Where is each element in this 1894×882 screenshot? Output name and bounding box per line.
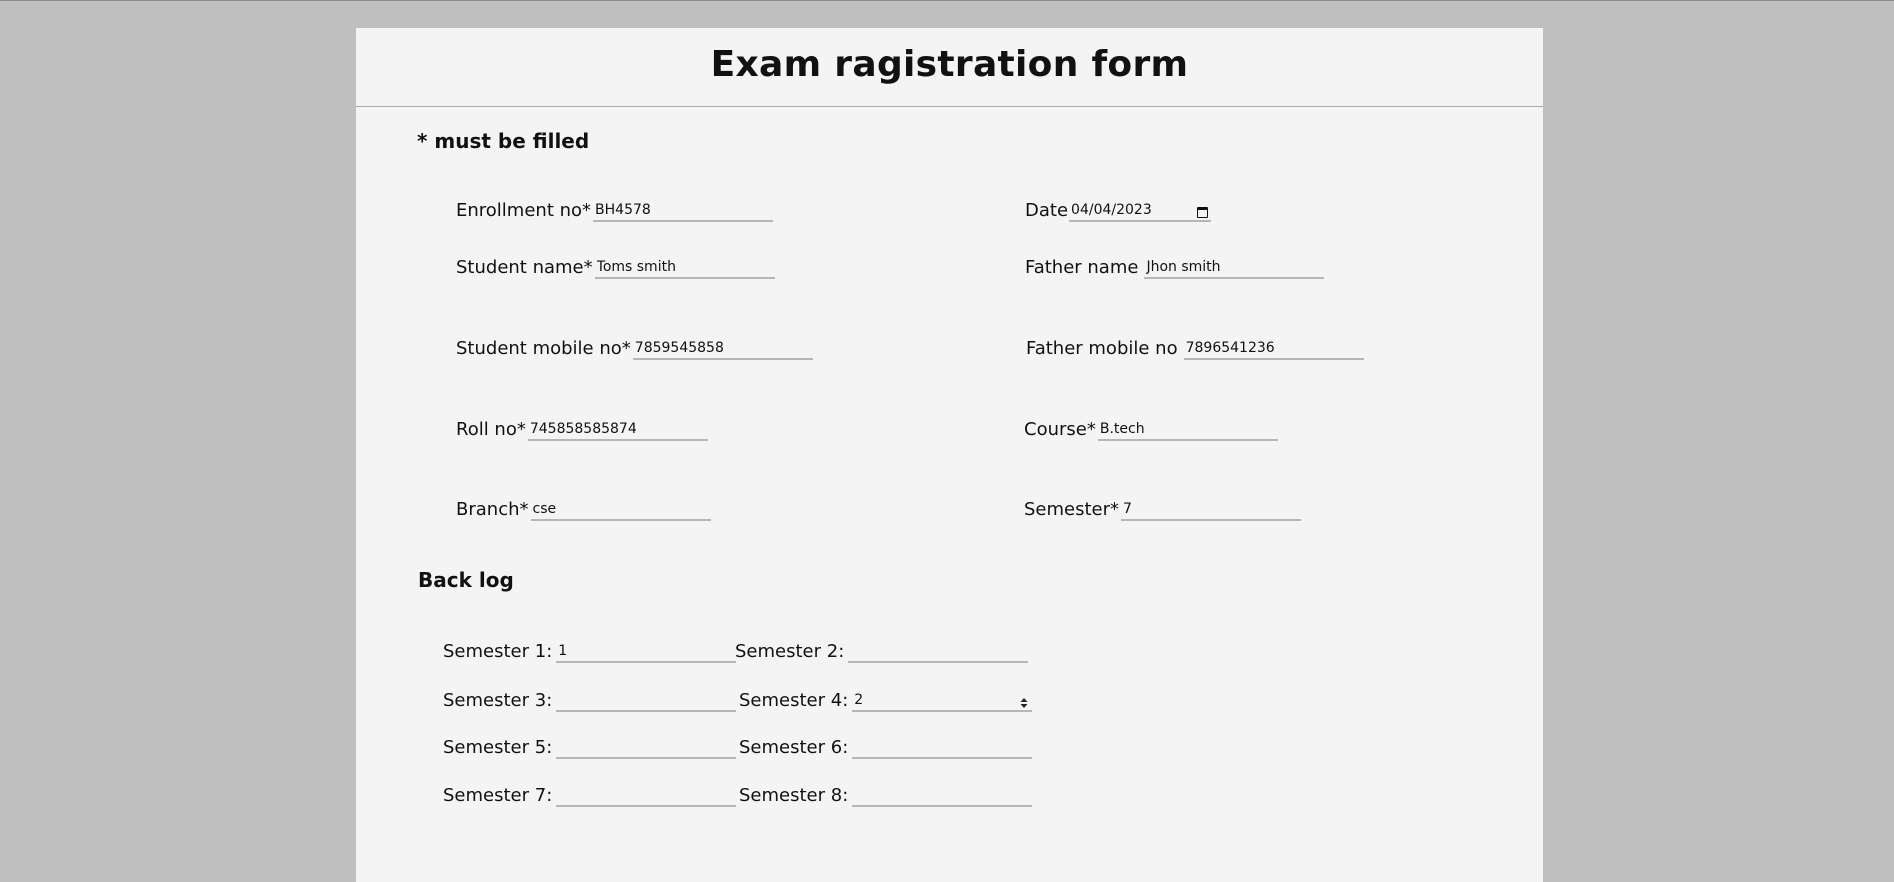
- form-header: Exam ragistration form: [356, 28, 1543, 107]
- semester-input[interactable]: [1121, 500, 1302, 521]
- required-asterisk: *: [519, 499, 529, 520]
- backlog-semester-6-field: Semester 6:: [739, 737, 1033, 759]
- roll-input[interactable]: [527, 420, 708, 441]
- father-mobile-field: Father mobile no: [1026, 338, 1364, 360]
- backlog-semester-label: Semester 4:: [739, 690, 849, 711]
- backlog-semester-7-input[interactable]: [556, 786, 737, 807]
- date-picker[interactable]: [1068, 201, 1212, 222]
- backlog-semester-3-input[interactable]: [556, 691, 737, 712]
- student-name-field: Student name *: [456, 257, 775, 279]
- father-name-field: Father name: [1025, 257, 1325, 279]
- course-label: Course: [1024, 419, 1087, 440]
- student-name-input[interactable]: [594, 258, 775, 279]
- student-name-label: Student name: [456, 257, 584, 278]
- backlog-semester-label: Semester 1:: [443, 641, 553, 662]
- student-mobile-input[interactable]: [632, 339, 813, 360]
- required-asterisk: *: [621, 338, 631, 359]
- date-field: Date: [1025, 200, 1212, 222]
- roll-field: Roll no *: [456, 419, 708, 441]
- date-label: Date: [1025, 200, 1069, 221]
- backlog-semester-2-input[interactable]: [848, 642, 1029, 663]
- enrollment-label: Enrollment no: [456, 200, 583, 221]
- father-mobile-label: Father mobile no: [1026, 338, 1178, 359]
- required-asterisk: *: [1110, 499, 1120, 520]
- form-page: Exam ragistration form * must be filled …: [356, 28, 1543, 882]
- backlog-semester-3-field: Semester 3:: [443, 690, 737, 712]
- roll-label: Roll no: [456, 419, 517, 440]
- semester-label: Semester: [1024, 499, 1111, 520]
- spinner-arrows-icon[interactable]: [1020, 697, 1028, 709]
- branch-field: Branch *: [456, 499, 711, 521]
- backlog-semester-label: Semester 7:: [443, 785, 553, 806]
- required-asterisk: *: [583, 257, 593, 278]
- father-name-label: Father name: [1025, 257, 1139, 278]
- backlog-semester-5-field: Semester 5:: [443, 737, 737, 759]
- backlog-semester-label: Semester 6:: [739, 737, 849, 758]
- backlog-semester-4-input[interactable]: [852, 691, 1033, 712]
- backlog-semester-label: Semester 8:: [739, 785, 849, 806]
- backlog-title: Back log: [418, 568, 514, 592]
- branch-label: Branch: [456, 499, 520, 520]
- father-name-input[interactable]: [1144, 258, 1325, 279]
- backlog-semester-label: Semester 5:: [443, 737, 553, 758]
- backlog-semester-6-input[interactable]: [852, 738, 1033, 759]
- required-asterisk: *: [1086, 419, 1096, 440]
- father-mobile-input[interactable]: [1183, 339, 1364, 360]
- page-title: Exam ragistration form: [710, 43, 1189, 85]
- course-input[interactable]: [1097, 420, 1278, 441]
- backlog-semester-1-field: Semester 1:: [443, 641, 737, 663]
- enrollment-input[interactable]: [593, 201, 774, 222]
- backlog-semester-4-field: Semester 4:: [739, 690, 1033, 712]
- window-top-border: [0, 0, 1894, 1]
- required-asterisk: *: [516, 419, 526, 440]
- backlog-semester-label: Semester 2:: [735, 641, 845, 662]
- backlog-semester-4-select[interactable]: [848, 691, 1033, 712]
- date-input[interactable]: [1069, 201, 1212, 222]
- required-asterisk: *: [582, 200, 592, 221]
- backlog-semester-5-input[interactable]: [556, 738, 737, 759]
- backlog-semester-8-input[interactable]: [852, 786, 1033, 807]
- backlog-semester-2-field: Semester 2:: [735, 641, 1029, 663]
- backlog-semester-label: Semester 3:: [443, 690, 553, 711]
- backlog-semester-8-field: Semester 8:: [739, 785, 1033, 807]
- branch-input[interactable]: [530, 500, 711, 521]
- student-mobile-field: Student mobile no *: [456, 338, 813, 360]
- student-mobile-label: Student mobile no: [456, 338, 622, 359]
- backlog-semester-7-field: Semester 7:: [443, 785, 737, 807]
- course-field: Course *: [1024, 419, 1278, 441]
- backlog-semester-1-input[interactable]: [556, 642, 737, 663]
- semester-field: Semester *: [1024, 499, 1302, 521]
- calendar-icon[interactable]: [1197, 207, 1209, 218]
- enrollment-field: Enrollment no *: [456, 200, 774, 222]
- required-note: * must be filled: [417, 129, 590, 153]
